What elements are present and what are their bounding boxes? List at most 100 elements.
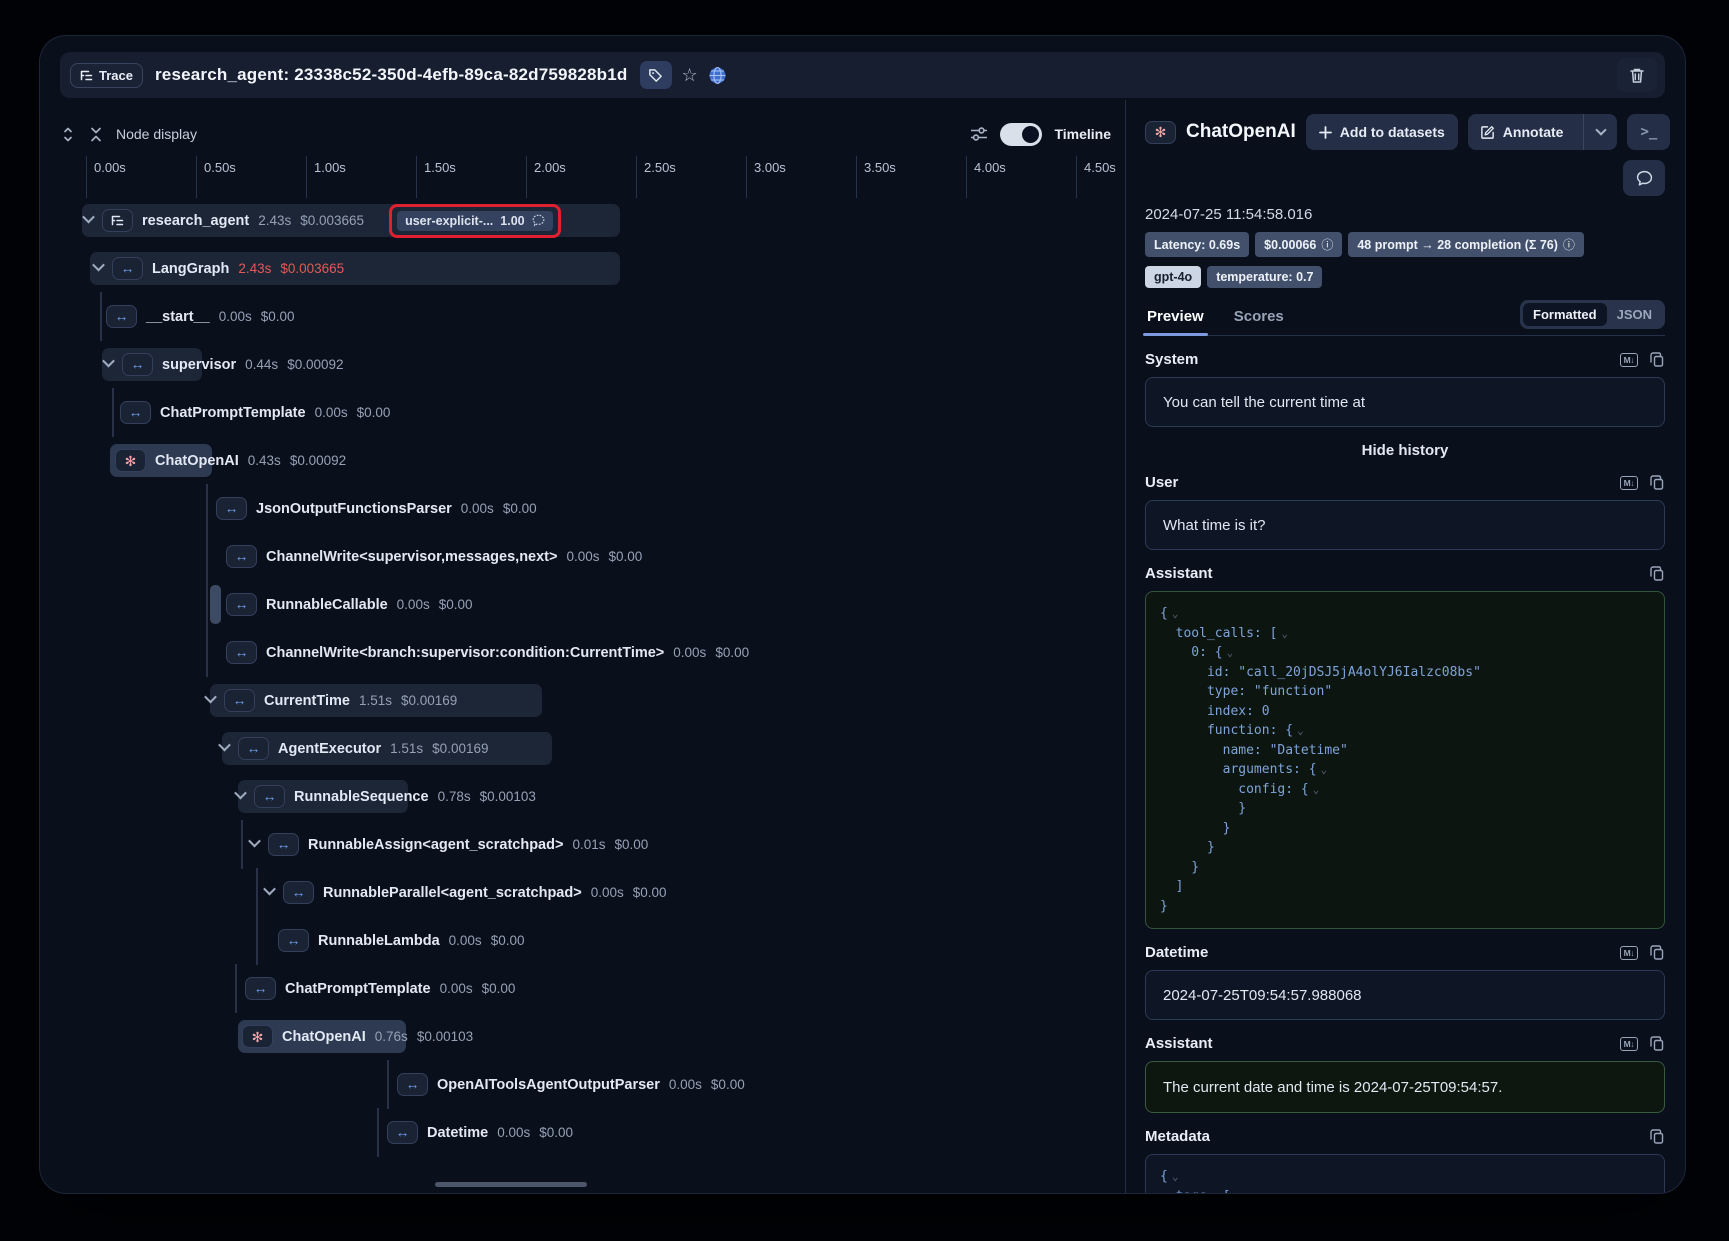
collapse-chevron-icon[interactable]: ⌄ [1234,1190,1241,1194]
chevron-down-icon[interactable] [102,355,115,368]
chevron-down-icon[interactable] [248,835,261,848]
code-line: } [1160,858,1650,878]
run-name: RunnableCallable [266,597,388,613]
collapse-chevron-icon[interactable]: ⌄ [1172,1170,1179,1183]
trace-tree-row[interactable]: ↔ ChatPromptTemplate 0.00s $0.00 [60,396,1125,429]
horizontal-scrollbar[interactable] [435,1182,587,1187]
trace-tree-row[interactable]: ✻ ChatOpenAI 0.76s $0.00103 [60,1020,1125,1053]
run-type-badge: ↔ [216,497,247,520]
chain-run-icon: ↔ [235,549,249,563]
metric-badge[interactable]: temperature: 0.7 [1207,266,1322,288]
trace-tree-row[interactable]: ↔ RunnableLambda 0.00s $0.00 [60,924,1125,957]
trace-tree-row[interactable]: ↔ LangGraph 2.43s $0.003665 [60,252,1125,285]
timeline-toggle[interactable] [1000,123,1042,146]
copy-icon[interactable] [1650,945,1665,961]
code-text: 0: { [1160,645,1223,660]
run-duration: 0.00s [449,933,482,948]
chevron-down-icon[interactable] [218,739,231,752]
chevron-down-icon[interactable] [234,787,247,800]
markdown-icon[interactable]: M↓ [1620,353,1638,367]
trace-tree-row[interactable]: ↔ __start__ 0.00s $0.00 [60,300,1125,333]
format-toggle: Formatted JSON [1520,300,1665,329]
trace-tree-row[interactable]: ↔ JsonOutputFunctionsParser 0.00s $0.00 [60,492,1125,525]
run-cost: $0.00 [357,405,391,420]
chevron-down-icon[interactable] [263,883,276,896]
hide-history-link[interactable]: Hide history [1145,442,1665,459]
code-line: name: "Datetime" [1160,741,1650,761]
trace-tree-row[interactable]: ↔ RunnableParallel<agent_scratchpad> 0.0… [60,876,1125,909]
node-display-label: Node display [116,126,197,142]
collapse-chevron-icon[interactable]: ⌄ [1313,783,1320,796]
run-type-badge: ✻ [115,449,146,472]
collapse-chevron-icon[interactable]: ⌄ [1321,763,1328,776]
time-axis-label: 0.50s [197,156,236,175]
chevron-down-icon [1595,124,1606,135]
trace-tree-row[interactable]: ↔ CurrentTime 1.51s $0.00169 [60,684,1125,717]
comments-button[interactable] [1623,160,1665,196]
globe-icon[interactable] [708,66,727,85]
markdown-icon[interactable]: M↓ [1620,476,1638,490]
copy-icon[interactable] [1650,1036,1665,1052]
run-duration: 1.51s [359,693,392,708]
metric-badge[interactable]: 48 prompt → 28 completion (Σ 76)ⓘ [1348,232,1584,257]
trace-tree-row[interactable]: ↔ ChatPromptTemplate 0.00s $0.00 [60,972,1125,1005]
system-message-box: You can tell the current time at [1145,377,1665,427]
copy-icon[interactable] [1650,475,1665,491]
expand-all-icon[interactable] [60,126,76,143]
time-axis-tick: 1.50s [416,156,456,198]
datetime-tool-output-text: 2024-07-25T09:54:57.988068 [1163,987,1362,1004]
trace-tree-row[interactable]: ↔ Datetime 0.00s $0.00 [60,1116,1125,1149]
collapse-chevron-icon[interactable]: ⌄ [1297,724,1304,737]
metric-badge[interactable]: gpt-4o [1145,266,1201,288]
format-toggle-formatted[interactable]: Formatted [1523,303,1607,326]
format-toggle-json[interactable]: JSON [1607,303,1662,326]
metric-badge[interactable]: Latency: 0.69s [1145,232,1249,257]
metric-badge[interactable]: $0.00066ⓘ [1255,232,1342,257]
trace-tree-row[interactable]: research_agent 2.43s $0.003665 user-expl… [60,204,1125,237]
chevron-down-icon[interactable] [204,691,217,704]
trace-tree-row[interactable]: ✻ ChatOpenAI 0.43s $0.00092 [60,444,1125,477]
delete-trace-button[interactable] [1617,58,1657,92]
trace-tree-row[interactable]: ↔ RunnableAssign<agent_scratchpad> 0.01s… [60,828,1125,861]
collapse-chevron-icon[interactable]: ⌄ [1172,607,1179,620]
feedback-badge[interactable]: user-explicit-... 1.00 [397,211,553,231]
tab-scores[interactable]: Scores [1232,308,1286,335]
chevron-down-icon[interactable] [92,259,105,272]
annotate-dropdown[interactable] [1583,114,1617,150]
view-options-icon[interactable] [970,126,988,142]
star-icon[interactable]: ☆ [682,66,698,84]
trace-tree-row[interactable]: ↔ AgentExecutor 1.51s $0.00169 [60,732,1125,765]
add-to-datasets-button[interactable]: Add to datasets [1306,114,1458,150]
trace-tree-row[interactable]: ↔ OpenAIToolsAgentOutputParser 0.00s $0.… [60,1068,1125,1101]
copy-icon[interactable] [1650,566,1665,582]
chevron-down-icon[interactable] [82,211,95,224]
annotate-button[interactable]: Annotate [1468,114,1618,150]
run-type-badge: ↔ [387,1121,418,1144]
run-name: RunnableParallel<agent_scratchpad> [323,885,582,901]
run-name: RunnableLambda [318,933,440,949]
collapse-chevron-icon[interactable]: ⌄ [1227,646,1234,659]
trace-tree-row[interactable]: ↔ supervisor 0.44s $0.00092 [60,348,1125,381]
trace-tree-row[interactable]: ↔ ChannelWrite<supervisor,messages,next>… [60,540,1125,573]
playground-button[interactable]: >_ [1627,114,1670,150]
tag-button[interactable] [640,61,672,89]
run-duration: 0.00s [591,885,624,900]
collapse-chevron-icon[interactable]: ⌄ [1281,627,1288,640]
copy-icon[interactable] [1650,1129,1665,1145]
run-name: __start__ [146,309,210,325]
tab-preview[interactable]: Preview [1145,308,1206,335]
chain-run-icon: ↔ [277,837,291,851]
chain-run-icon: ↔ [247,741,261,755]
chain-run-icon: ↔ [225,501,239,515]
trace-tree-row[interactable]: ↔ RunnableCallable 0.00s $0.00 [60,588,1125,621]
trace-tree-row[interactable]: ↔ RunnableSequence 0.78s $0.00103 [60,780,1125,813]
markdown-icon[interactable]: M↓ [1620,946,1638,960]
markdown-icon[interactable]: M↓ [1620,1037,1638,1051]
run-type-badge: ↔ [112,257,143,280]
run-duration: 0.00s [397,597,430,612]
trace-window: Trace research_agent: 23338c52-350d-4efb… [40,36,1685,1193]
code-line: {⌄ [1160,604,1650,624]
copy-icon[interactable] [1650,352,1665,368]
trace-tree-row[interactable]: ↔ ChannelWrite<branch:supervisor:conditi… [60,636,1125,669]
collapse-all-icon[interactable] [88,126,104,143]
